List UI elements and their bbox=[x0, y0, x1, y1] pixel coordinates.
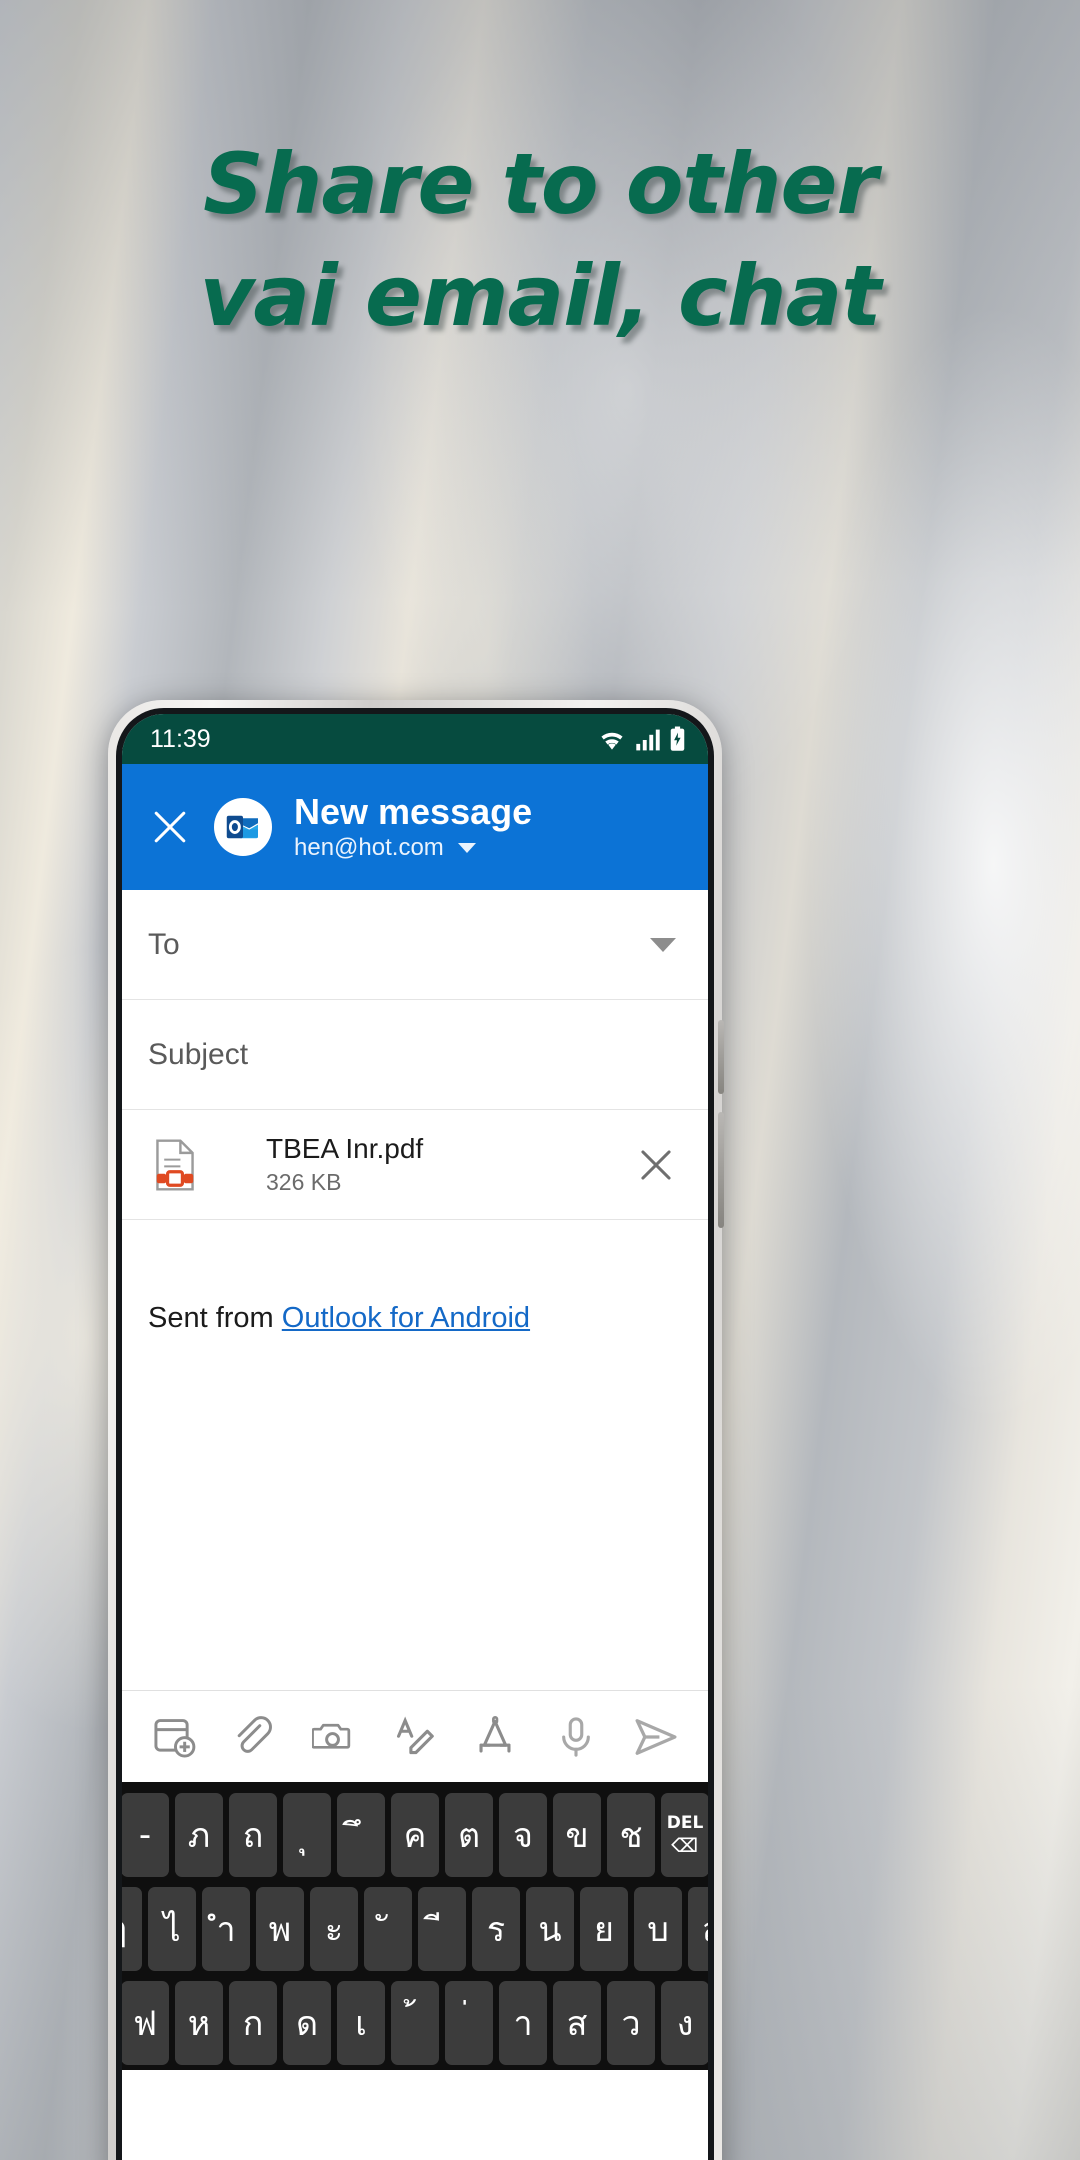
attachment-name: TBEA Inr.pdf bbox=[266, 1133, 424, 1164]
thai-keyboard: -ภถุึคตจขชDEL⌫ ๆไำพะัีรนยบล ฟหกดเ้่าสวง bbox=[122, 1782, 708, 2070]
key-ส[interactable]: ส bbox=[553, 1981, 601, 2065]
phone-screen: 11:39 New message hen@hot.com To Subject… bbox=[122, 714, 708, 2160]
attachment-row[interactable]: TBEA Inr.pdf 326 KB bbox=[122, 1110, 708, 1220]
attachment-size: 326 KB bbox=[266, 1169, 342, 1195]
key-้[interactable]: ้ bbox=[391, 1981, 439, 2065]
battery-charging-icon bbox=[670, 726, 685, 751]
key-ห[interactable]: ห bbox=[175, 1981, 223, 2065]
compose-toolbar bbox=[122, 1690, 708, 1782]
chevron-down-icon[interactable] bbox=[650, 937, 676, 952]
key-ึ[interactable]: ึ bbox=[337, 1793, 385, 1877]
key-ล[interactable]: ล bbox=[688, 1887, 708, 1971]
key-ข[interactable]: ข bbox=[553, 1793, 601, 1877]
key-ี[interactable]: ี bbox=[418, 1887, 466, 1971]
camera-icon[interactable] bbox=[307, 1709, 363, 1765]
key-ง[interactable]: ง bbox=[661, 1981, 708, 2065]
key-ด[interactable]: ด bbox=[283, 1981, 331, 2065]
paperclip-icon[interactable] bbox=[226, 1709, 282, 1765]
key-ก[interactable]: ก bbox=[229, 1981, 277, 2065]
promo-line-1: Share to other bbox=[203, 135, 878, 233]
send-icon-glyph bbox=[635, 1718, 677, 1755]
key-ภ[interactable]: ภ bbox=[175, 1793, 223, 1877]
key-ถ[interactable]: ถ bbox=[229, 1793, 277, 1877]
message-body[interactable]: Sent from Outlook for Android bbox=[122, 1220, 708, 1690]
key-ำ[interactable]: ำ bbox=[202, 1887, 250, 1971]
key-ค[interactable]: ค bbox=[391, 1793, 439, 1877]
app-header-text: New message hen@hot.com bbox=[294, 792, 532, 862]
keyboard-row-1: -ภถุึคตจขชDEL⌫ bbox=[122, 1788, 708, 1882]
camera-icon-glyph bbox=[311, 1723, 350, 1749]
key-delete[interactable]: DEL ⌫ bbox=[661, 1793, 708, 1877]
draw-icon[interactable] bbox=[467, 1709, 523, 1765]
text-format-icon[interactable] bbox=[387, 1709, 443, 1765]
calendar-add-icon-glyph bbox=[154, 1718, 196, 1758]
phone-bezel: 11:39 New message hen@hot.com To Subject… bbox=[116, 708, 714, 2160]
key-ว[interactable]: ว bbox=[607, 1981, 655, 2065]
key-ร[interactable]: ร bbox=[472, 1887, 520, 1971]
subject-input[interactable]: Subject bbox=[148, 1038, 682, 1072]
paperclip-icon-glyph bbox=[238, 1715, 273, 1753]
outlook-logo bbox=[214, 798, 272, 856]
key-เ[interactable]: เ bbox=[337, 1981, 385, 2065]
text-format-icon-glyph bbox=[396, 1716, 434, 1754]
key-น[interactable]: น bbox=[526, 1887, 574, 1971]
microphone-icon-glyph bbox=[561, 1716, 590, 1757]
calendar-add-icon[interactable] bbox=[146, 1709, 202, 1765]
key-ั[interactable]: ั bbox=[364, 1887, 412, 1971]
draw-icon-glyph bbox=[479, 1715, 511, 1753]
pdf-file-icon bbox=[156, 1138, 194, 1191]
keyboard-row-2: ๆไำพะัีรนยบล bbox=[122, 1882, 708, 1976]
key-ย[interactable]: ย bbox=[580, 1887, 628, 1971]
status-bar: 11:39 bbox=[122, 714, 708, 764]
signal-icon bbox=[636, 729, 660, 751]
key-ต[interactable]: ต bbox=[445, 1793, 493, 1877]
key-delete-label: DEL bbox=[666, 1813, 704, 1833]
key-ุ[interactable]: ุ bbox=[283, 1793, 331, 1877]
backspace-icon: ⌫ bbox=[671, 1835, 699, 1857]
to-field-row[interactable]: To bbox=[122, 890, 708, 1000]
signature-prefix: Sent from bbox=[148, 1302, 282, 1334]
attachment-meta: TBEA Inr.pdf 326 KB bbox=[266, 1133, 610, 1196]
status-icons bbox=[597, 726, 686, 752]
send-icon[interactable] bbox=[628, 1709, 684, 1765]
remove-attachment-button[interactable] bbox=[636, 1145, 676, 1185]
status-time: 11:39 bbox=[150, 724, 211, 753]
promo-line-2: vai email, chat bbox=[199, 247, 882, 345]
key-ะ[interactable]: ะ bbox=[310, 1887, 358, 1971]
microphone-icon[interactable] bbox=[548, 1709, 604, 1765]
wifi-icon bbox=[601, 732, 623, 750]
key-า[interactable]: า bbox=[499, 1981, 547, 2065]
account-email: hen@hot.com bbox=[294, 834, 444, 861]
outlook-for-android-link[interactable]: Outlook for Android bbox=[282, 1302, 530, 1334]
key-ฟ[interactable]: ฟ bbox=[122, 1981, 169, 2065]
promo-headline: Share to other vai email, chat bbox=[0, 128, 1080, 352]
key-ไ[interactable]: ไ bbox=[148, 1887, 196, 1971]
account-selector[interactable]: hen@hot.com bbox=[294, 834, 532, 862]
app-header: New message hen@hot.com bbox=[122, 764, 708, 890]
close-icon[interactable] bbox=[148, 805, 192, 849]
key-บ[interactable]: บ bbox=[634, 1887, 682, 1971]
phone-volume-button bbox=[718, 1020, 724, 1094]
phone-mockup: 11:39 New message hen@hot.com To Subject… bbox=[108, 700, 724, 2160]
key-จ[interactable]: จ bbox=[499, 1793, 547, 1877]
key-่[interactable]: ่ bbox=[445, 1981, 493, 2065]
outlook-logo-glyph bbox=[226, 815, 258, 839]
key-ๆ[interactable]: ๆ bbox=[122, 1887, 142, 1971]
to-input[interactable]: To bbox=[148, 928, 650, 962]
key-พ[interactable]: พ bbox=[256, 1887, 304, 1971]
phone-power-button bbox=[718, 1112, 724, 1228]
chevron-down-icon bbox=[457, 843, 476, 853]
page-title: New message bbox=[294, 791, 533, 832]
key-ช[interactable]: ช bbox=[607, 1793, 655, 1877]
subject-field-row[interactable]: Subject bbox=[122, 1000, 708, 1110]
key--[interactable]: - bbox=[122, 1793, 169, 1877]
keyboard-row-3: ฟหกดเ้่าสวง bbox=[122, 1976, 708, 2070]
